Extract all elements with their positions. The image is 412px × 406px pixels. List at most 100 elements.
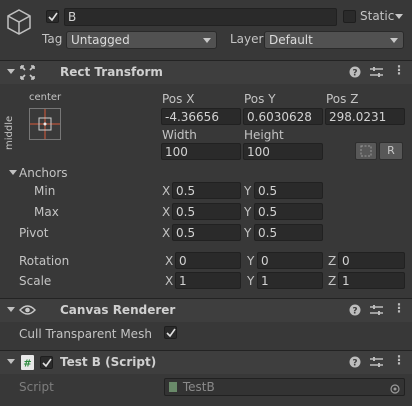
script-object-field[interactable]: TestB (164, 378, 405, 396)
script-value: TestB (182, 380, 215, 394)
more-options-icon[interactable]: ⋮ (393, 63, 405, 77)
pos-y-value: 0.6030628 (247, 110, 312, 124)
pos-y-field[interactable]: 0.6030628 (243, 108, 323, 125)
csharp-script-icon: # (21, 355, 34, 370)
height-label: Height (244, 128, 284, 142)
axis-z-label: Z (328, 274, 337, 288)
width-value: 100 (165, 145, 188, 159)
svg-text:?: ? (352, 359, 357, 369)
svg-text:#: # (23, 359, 31, 370)
axis-x-label: X (165, 274, 174, 288)
axis-x-label: X (162, 184, 171, 198)
blueprint-icon (360, 145, 372, 157)
pos-x-field[interactable]: -4.36656 (161, 108, 241, 125)
foldout-arrow-icon[interactable] (7, 359, 15, 364)
pos-y-label: Pos Y (244, 92, 276, 106)
anchor-preset-vertical-label: middle (4, 115, 15, 150)
canvas-renderer-title: Canvas Renderer (60, 303, 176, 317)
chevron-down-icon (390, 38, 398, 43)
more-options-icon[interactable]: ⋮ (393, 353, 405, 367)
svg-text:?: ? (352, 307, 357, 317)
anchor-min-label: Min (34, 184, 56, 198)
rotation-label: Rotation (19, 254, 70, 268)
svg-text:?: ? (352, 69, 357, 79)
layer-dropdown[interactable]: Default (264, 31, 404, 49)
presets-icon[interactable] (370, 356, 383, 371)
axis-y-label: Y (244, 205, 252, 219)
foldout-arrow-icon[interactable] (7, 307, 15, 312)
anchor-max-label: Max (34, 205, 59, 219)
help-icon[interactable]: ? (349, 304, 361, 319)
anchor-presets-button[interactable] (29, 108, 61, 140)
anchor-min-y-field[interactable]: 0.5 (254, 182, 323, 199)
foldout-arrow-icon[interactable] (7, 69, 15, 74)
anchor-preset-icon (30, 109, 60, 139)
raw-edit-button[interactable]: R (379, 142, 403, 160)
script-label: Script (19, 380, 54, 394)
help-icon[interactable]: ? (349, 356, 361, 371)
scale-x-field[interactable]: 1 (175, 272, 241, 289)
script-file-icon (169, 382, 177, 392)
chevron-down-icon (203, 38, 211, 43)
static-dropdown[interactable]: Static (360, 9, 394, 23)
axis-y-label: Y (247, 274, 255, 288)
scale-y-field[interactable]: 1 (257, 272, 323, 289)
active-checkbox[interactable] (46, 10, 59, 23)
axis-x-label: X (165, 254, 174, 268)
gameobject-name-field[interactable]: B (64, 8, 337, 26)
height-field[interactable]: 100 (243, 143, 323, 160)
anchor-min-y-value: 0.5 (258, 184, 278, 198)
pos-z-field[interactable]: 298.0231 (325, 108, 405, 125)
static-label: Static (360, 9, 395, 23)
script-component-title: Test B (Script) (60, 355, 157, 369)
anchor-max-x-field[interactable]: 0.5 (172, 203, 241, 220)
rotation-z-value: 0 (342, 254, 350, 268)
pos-x-label: Pos X (162, 92, 195, 106)
pivot-label: Pivot (19, 226, 49, 240)
layer-label: Layer (230, 32, 264, 46)
rotation-x-field[interactable]: 0 (175, 252, 241, 269)
rect-transform-header[interactable]: Rect Transform ? ⋮ (0, 60, 412, 84)
anchor-min-x-value: 0.5 (176, 184, 196, 198)
presets-icon[interactable] (370, 66, 383, 81)
blueprint-mode-button[interactable] (355, 142, 377, 160)
rotation-x-value: 0 (179, 254, 187, 268)
cull-transparent-mesh-label: Cull Transparent Mesh (19, 327, 152, 341)
cull-transparent-mesh-checkbox[interactable] (164, 326, 177, 339)
raw-edit-label: R (387, 144, 395, 157)
pos-x-value: -4.36656 (165, 110, 219, 124)
static-checkbox[interactable] (343, 10, 356, 23)
width-field[interactable]: 100 (161, 143, 241, 160)
anchors-label[interactable]: Anchors (19, 166, 68, 180)
anchor-max-y-field[interactable]: 0.5 (254, 203, 323, 220)
axis-z-label: Z (328, 254, 337, 268)
anchor-min-x-field[interactable]: 0.5 (172, 182, 241, 199)
scale-x-value: 1 (179, 274, 187, 288)
script-enabled-checkbox[interactable] (40, 356, 53, 369)
presets-icon[interactable] (370, 304, 383, 319)
canvas-renderer-header[interactable]: Canvas Renderer ? ⋮ (0, 298, 412, 322)
rotation-z-field[interactable]: 0 (338, 252, 405, 269)
help-icon[interactable]: ? (349, 66, 361, 81)
pos-z-value: 298.0231 (329, 110, 387, 124)
width-label: Width (162, 128, 197, 142)
pivot-y-field[interactable]: 0.5 (254, 224, 323, 241)
anchor-preset-horizontal-label: center (29, 92, 62, 103)
rotation-y-field[interactable]: 0 (257, 252, 323, 269)
static-chevron-icon[interactable] (395, 14, 403, 19)
anchor-max-x-value: 0.5 (176, 205, 196, 219)
rotation-y-value: 0 (261, 254, 269, 268)
anchors-foldout-icon[interactable] (9, 170, 17, 175)
scale-z-field[interactable]: 1 (338, 272, 405, 289)
more-options-icon[interactable]: ⋮ (393, 301, 405, 315)
pivot-x-field[interactable]: 0.5 (172, 224, 241, 241)
layer-value: Default (269, 33, 313, 47)
tag-dropdown[interactable]: Untagged (66, 31, 217, 49)
anchor-max-y-value: 0.5 (258, 205, 278, 219)
pivot-y-value: 0.5 (258, 226, 278, 240)
script-component-header[interactable]: # Test B (Script) ? ⋮ (0, 350, 412, 374)
axis-x-label: X (162, 205, 171, 219)
gameobject-name-value: B (68, 10, 77, 24)
object-picker-icon[interactable] (390, 382, 400, 395)
scale-z-value: 1 (342, 274, 350, 288)
